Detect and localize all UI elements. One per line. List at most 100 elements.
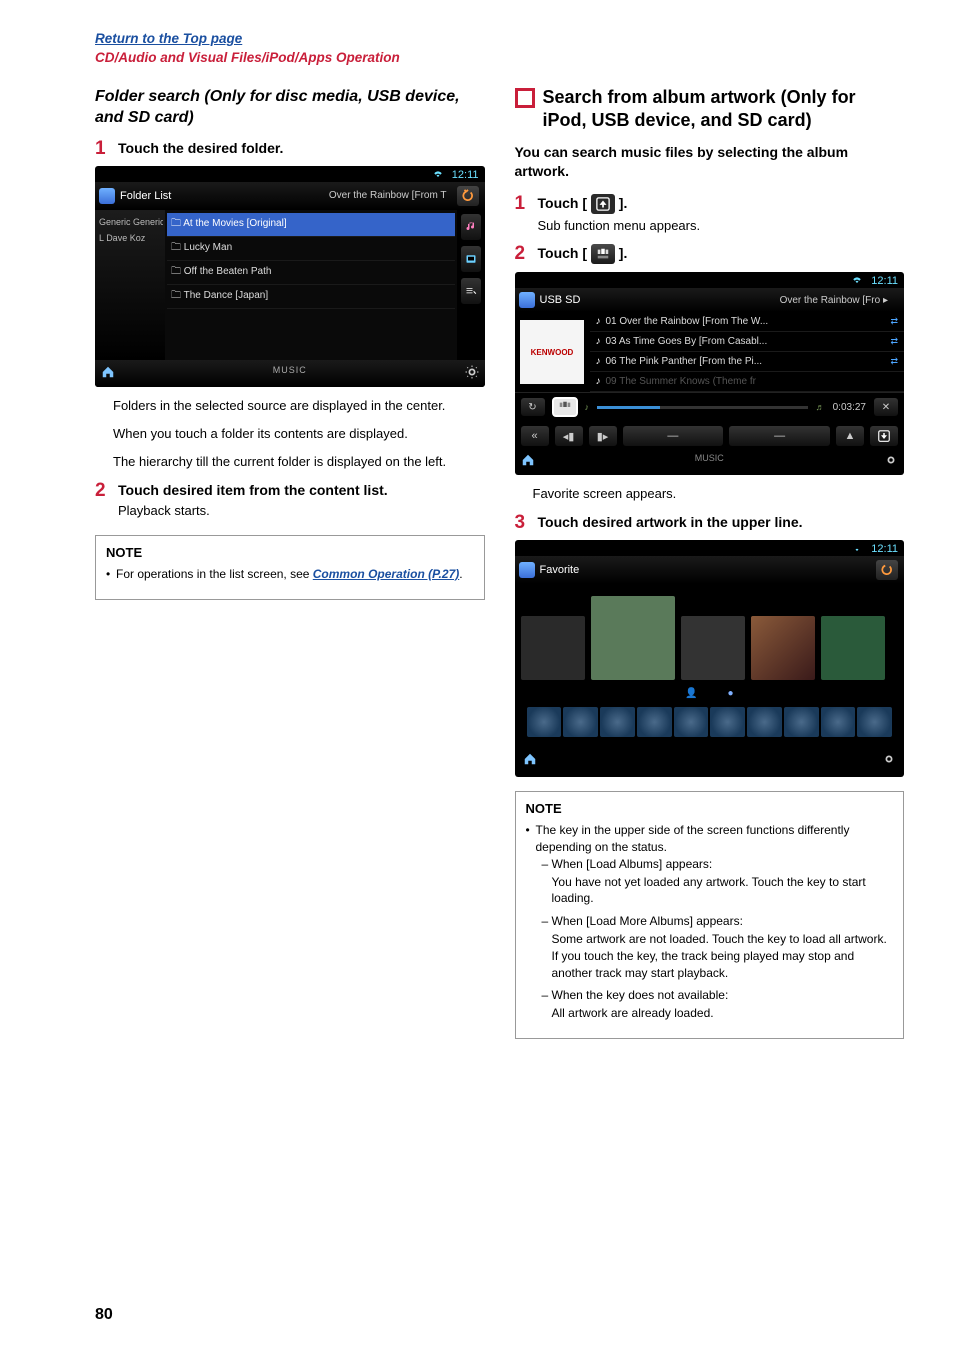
note-item: For operations in the list screen, see C… — [106, 566, 474, 583]
wifi-icon — [851, 543, 863, 556]
section-title-folder-search: Folder search (Only for disc media, USB … — [95, 86, 485, 129]
intro-text: You can search music files by selecting … — [515, 143, 905, 182]
thumbnail-item[interactable] — [674, 707, 709, 737]
thumbnail-item[interactable] — [747, 707, 782, 737]
album-art: KENWOOD — [515, 312, 590, 392]
artwork-item[interactable] — [751, 616, 815, 680]
step-number: 2 — [95, 481, 110, 521]
step-head: Touch desired artwork in the upper line. — [538, 513, 905, 531]
step-2-right: 2 Touch [ ]. — [515, 244, 905, 264]
step-head: Touch [ ]. — [538, 194, 905, 214]
thumbnail-row — [521, 705, 899, 745]
gear-icon[interactable] — [882, 752, 896, 769]
body-text: Folders in the selected source are displ… — [113, 397, 485, 472]
rewind-button[interactable]: « — [521, 426, 549, 446]
play-time: 0:03:27 — [833, 402, 866, 413]
artwork-row — [521, 590, 899, 680]
page-number: 80 — [95, 1276, 904, 1324]
common-operation-link[interactable]: Common Operation (P.27) — [313, 567, 459, 581]
step-head: Touch the desired folder. — [118, 139, 485, 157]
breadcrumb-section: CD/Audio and Visual Files/iPod/Apps Oper… — [95, 50, 400, 65]
app-icon — [519, 562, 535, 578]
thumbnail-item[interactable] — [710, 707, 745, 737]
list-item[interactable]: 🗀 The Dance [Japan] — [167, 285, 455, 309]
seek-back-button[interactable]: — — [623, 426, 724, 446]
album-art-grid-button[interactable] — [553, 398, 577, 416]
album-art-grid-icon — [591, 244, 615, 264]
step-3-right: 3 Touch desired artwork in the upper lin… — [515, 513, 905, 532]
back-button[interactable] — [457, 186, 479, 206]
music-tab-button[interactable] — [461, 214, 481, 240]
gear-icon[interactable] — [884, 453, 898, 469]
step-number: 3 — [515, 513, 530, 532]
thumbnail-item[interactable] — [563, 707, 598, 737]
return-top-link[interactable]: Return to the Top page — [95, 31, 242, 46]
subfunction-up-icon — [591, 194, 615, 214]
album-art-label: KENWOOD — [520, 320, 584, 384]
artwork-item[interactable] — [821, 616, 885, 680]
hierarchy-item[interactable]: Generic Generic — [97, 214, 163, 230]
progress-bar[interactable] — [597, 406, 808, 409]
right-column: Search from album artwork (Only for iPod… — [515, 86, 905, 1276]
artwork-item[interactable] — [521, 616, 585, 680]
body-text: Favorite screen appears. — [533, 485, 905, 504]
track-row[interactable]: ♪06 The Pink Panther [From the Pi...⇄ — [590, 352, 905, 372]
step-number: 2 — [515, 244, 530, 264]
note-title: NOTE — [526, 800, 894, 818]
status-time: 12:11 — [452, 169, 479, 182]
note-box-2: NOTE The key in the upper side of the sc… — [515, 791, 905, 1039]
home-icon[interactable] — [101, 365, 115, 381]
thumbnail-item[interactable] — [600, 707, 635, 737]
gear-icon[interactable] — [465, 365, 479, 381]
screenshot-usb-sd: 12:11 USB SD Over the Rainbow [Fro ▸ KEN… — [515, 272, 905, 475]
track-row[interactable]: ♪03 As Time Goes By [From Casabl...⇄ — [590, 332, 905, 352]
seek-fwd-button[interactable]: — — [729, 426, 830, 446]
thumbnail-item[interactable] — [784, 707, 819, 737]
list-item[interactable]: 🗀 At the Movies [Original] — [167, 213, 455, 237]
page-dot-icon: ● — [727, 688, 733, 699]
list-item[interactable]: 🗀 Off the Beaten Path — [167, 261, 455, 285]
step-1-right: 1 Touch [ ]. Sub function menu appears. — [515, 194, 905, 236]
screenshot-favorite: 12:11 Favorite — [515, 540, 905, 777]
note-title: NOTE — [106, 544, 474, 562]
track-row[interactable]: ♪01 Over the Rainbow [From The W...⇄ — [590, 312, 905, 332]
now-playing-label: Over the Rainbow [Fro ▸ — [780, 295, 888, 306]
note-box: NOTE For operations in the list screen, … — [95, 535, 485, 600]
step-sub: Sub function menu appears. — [538, 217, 905, 236]
track-row[interactable]: ♪09 The Summer Knows (Theme fr — [590, 372, 905, 392]
artwork-item[interactable] — [681, 616, 745, 680]
thumbnail-item[interactable] — [637, 707, 672, 737]
step-number: 1 — [515, 194, 530, 236]
subfunction-down-icon[interactable] — [870, 426, 898, 446]
section-title-album-artwork: Search from album artwork (Only for iPod… — [543, 86, 905, 133]
note-sub-item: When the key does not available: All art… — [542, 987, 894, 1022]
home-icon[interactable] — [521, 453, 535, 469]
artwork-item-current[interactable] — [591, 596, 675, 680]
heading-square-icon — [515, 88, 535, 108]
thumbnail-item[interactable] — [821, 707, 856, 737]
back-button[interactable] — [876, 560, 898, 580]
screen-title: Folder List — [120, 190, 171, 202]
app-icon — [99, 188, 115, 204]
next-track-button[interactable]: ▮▸ — [589, 426, 617, 446]
status-time: 12:11 — [871, 543, 898, 556]
step-2-left: 2 Touch desired item from the content li… — [95, 481, 485, 521]
prev-track-button[interactable]: ◂▮ — [555, 426, 583, 446]
shuffle-icon[interactable]: ✕ — [874, 398, 898, 416]
list-item[interactable]: 🗀 Lucky Man — [167, 237, 455, 261]
artist-indicator-icon: 👤 — [685, 688, 697, 699]
hierarchy-item[interactable]: L Dave Koz — [97, 230, 163, 246]
thumbnail-item[interactable] — [857, 707, 892, 737]
screen-title: Favorite — [540, 564, 580, 576]
repeat-icon[interactable]: ↻ — [521, 398, 545, 416]
left-column: Folder search (Only for disc media, USB … — [95, 86, 485, 1276]
hierarchy-panel: Generic Generic L Dave Koz — [95, 210, 165, 360]
home-icon[interactable] — [523, 752, 537, 769]
thumbnail-item[interactable] — [527, 707, 562, 737]
video-tab-button[interactable] — [461, 246, 481, 272]
expand-button[interactable] — [461, 278, 481, 304]
eq-button[interactable]: ▲ — [836, 426, 864, 446]
header-links: Return to the Top page CD/Audio and Visu… — [95, 30, 904, 68]
step-1-left: 1 Touch the desired folder. — [95, 139, 485, 158]
wifi-icon — [432, 169, 444, 182]
